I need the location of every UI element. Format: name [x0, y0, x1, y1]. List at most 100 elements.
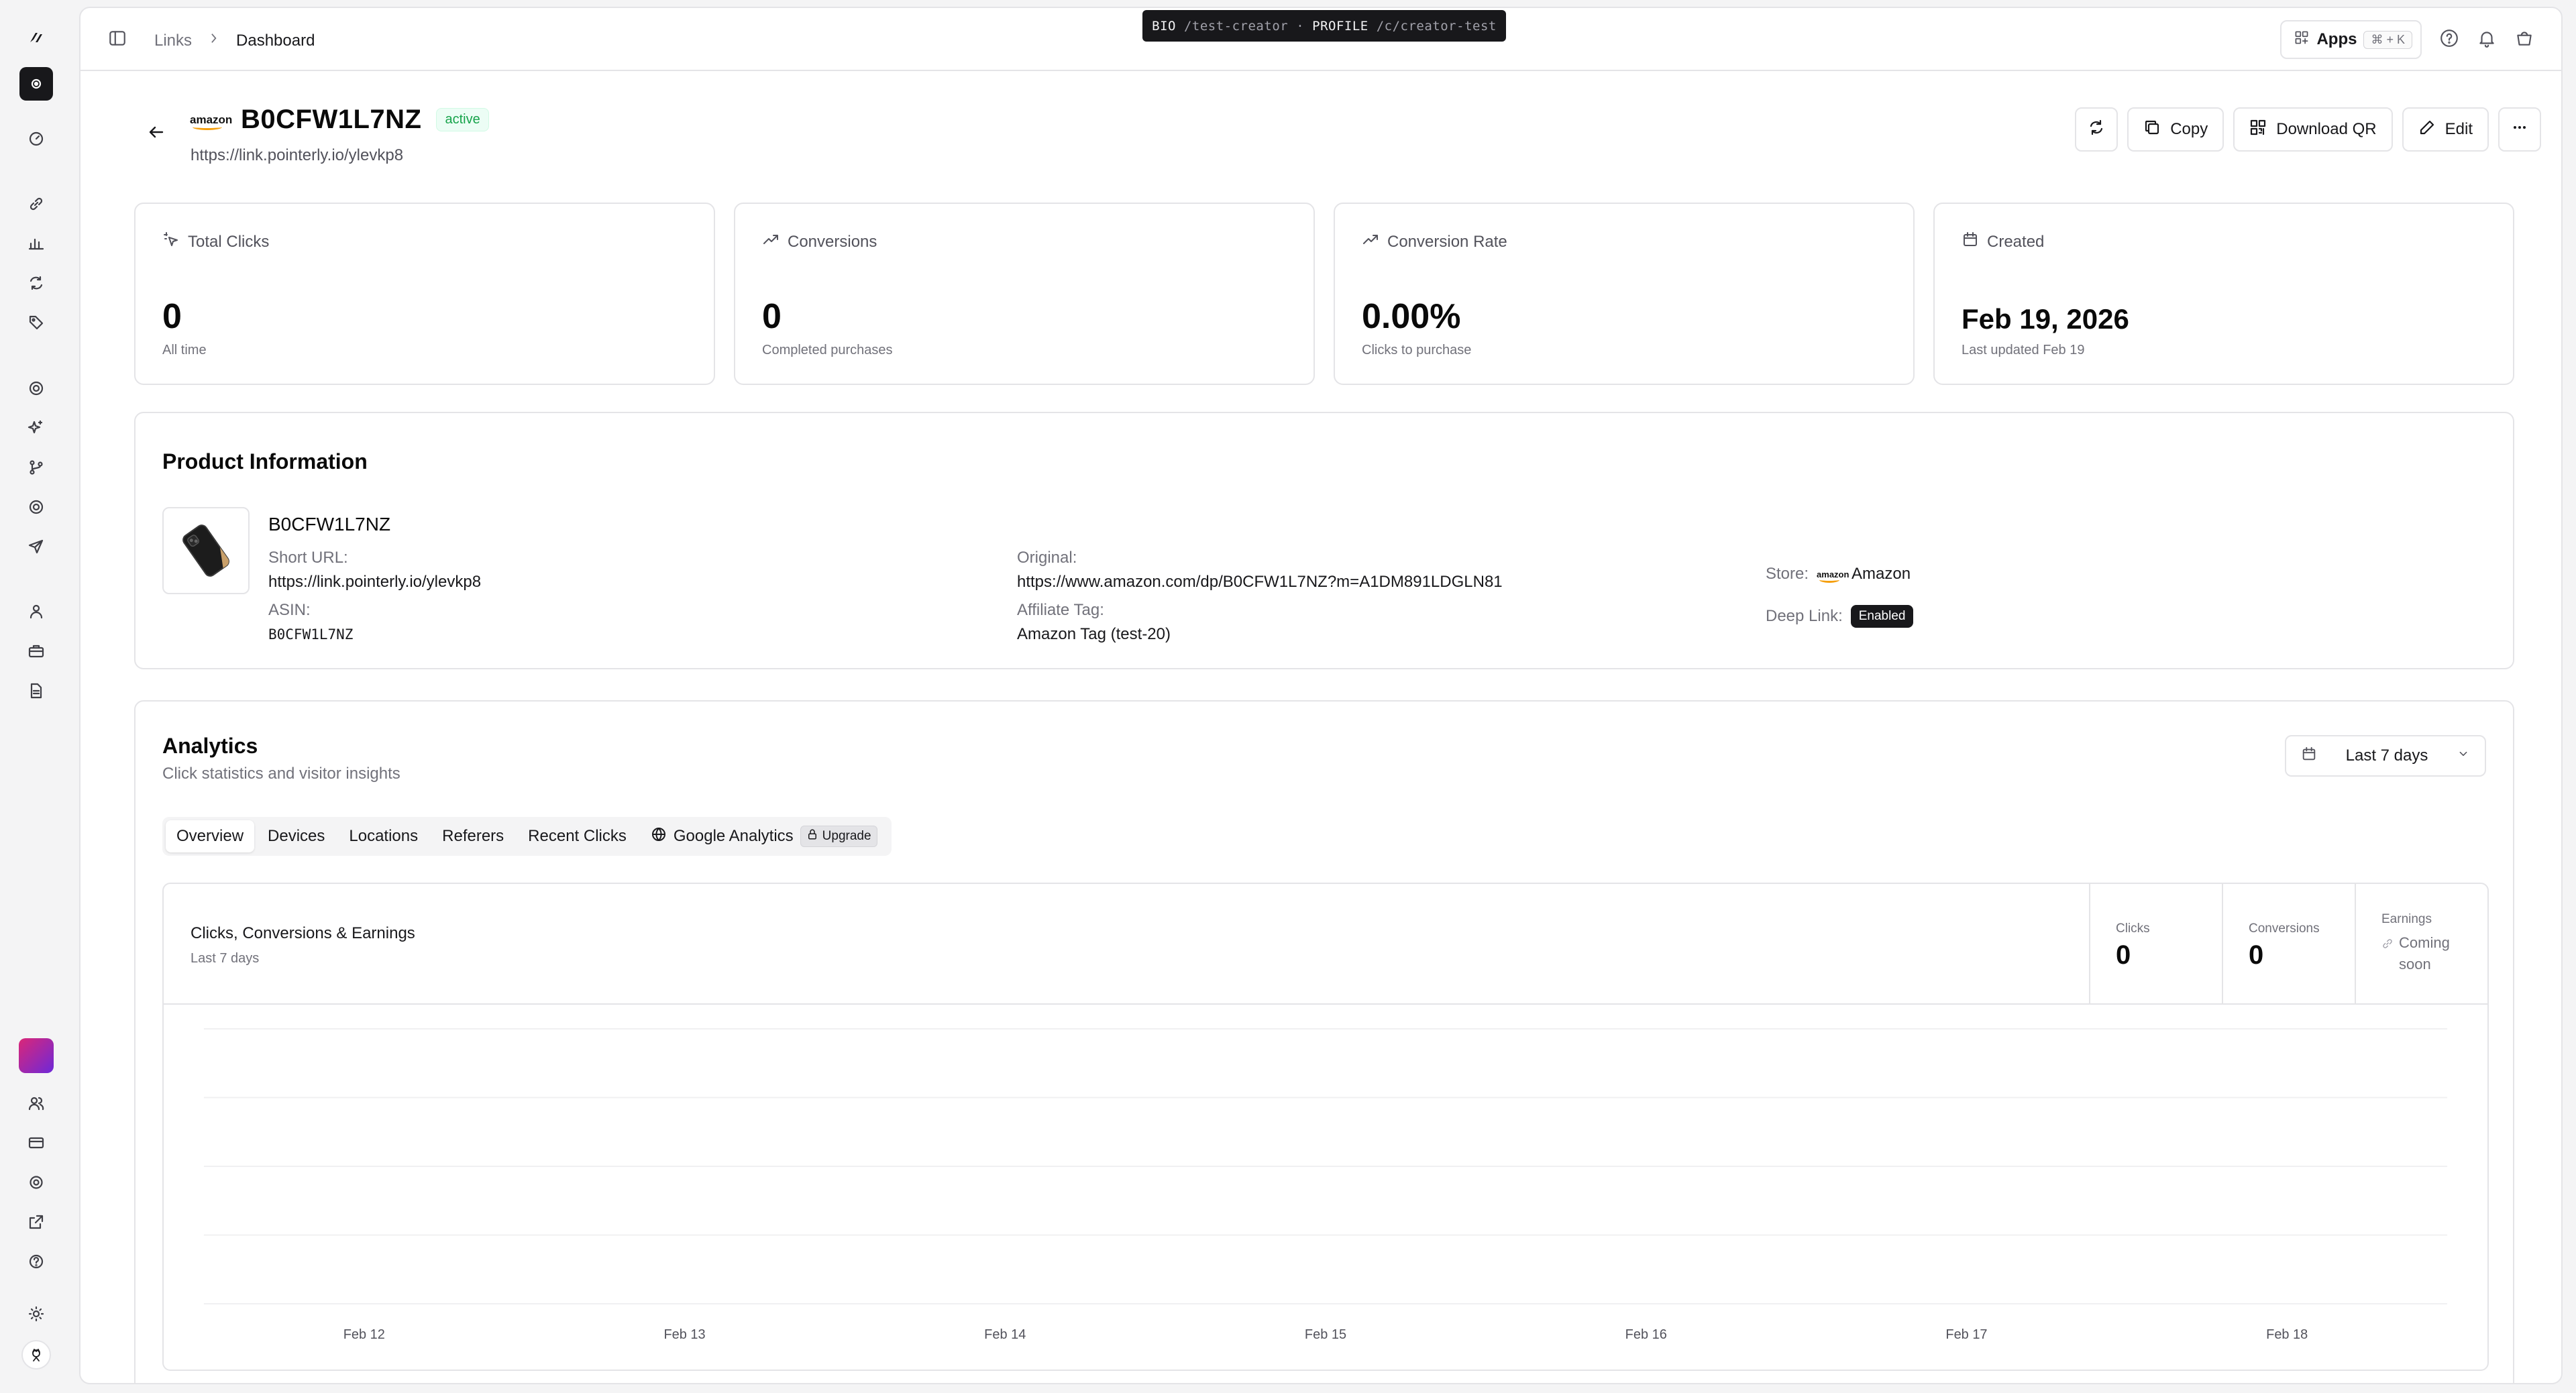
sparkles-icon[interactable]	[23, 414, 50, 441]
send-icon[interactable]	[23, 533, 50, 560]
git-branch-icon[interactable]	[23, 454, 50, 481]
external-link-icon[interactable]	[23, 1209, 50, 1235]
user-avatar[interactable]	[21, 1340, 51, 1370]
stat-value: 0.00%	[1362, 297, 1461, 336]
dashboard-gauge-icon[interactable]	[23, 125, 50, 152]
amazon-store-logo: amazon	[1817, 569, 1849, 583]
deep-link-badge: Enabled	[1850, 605, 1914, 628]
stats-row: Total Clicks 0 All time Conversions 0 Co…	[134, 203, 2514, 385]
edit-button[interactable]: Edit	[2402, 107, 2489, 152]
tab-google-analytics[interactable]: Google Analytics Upgrade	[640, 820, 888, 852]
env-bio-path: /test-creator	[1183, 18, 1289, 34]
environment-banner: BIO /test-creator · PROFILE /c/creator-t…	[1142, 10, 1506, 42]
metric-value: 0	[2116, 940, 2131, 970]
workspace-avatar[interactable]	[19, 1038, 54, 1073]
tab-devices[interactable]: Devices	[257, 820, 335, 852]
tab-referers[interactable]: Referers	[431, 820, 515, 852]
more-options-button[interactable]	[2498, 107, 2541, 152]
apps-button[interactable]: Apps ⌘ + K	[2280, 20, 2422, 59]
copy-button[interactable]: Copy	[2127, 107, 2224, 152]
stat-value: 0	[762, 297, 782, 336]
analytics-tabs: Overview Devices Locations Referers Rece…	[162, 817, 892, 856]
notifications-bell-icon[interactable]	[2477, 28, 2497, 52]
stat-label: Conversions	[788, 232, 877, 251]
x-tick-label: Feb 16	[1625, 1327, 1667, 1342]
clicks-chart-card: Clicks, Conversions & Earnings Last 7 da…	[162, 883, 2489, 1371]
briefcase-icon[interactable]	[23, 638, 50, 665]
theme-sun-icon[interactable]	[23, 1300, 50, 1327]
stat-label: Total Clicks	[188, 232, 270, 251]
product-information-card: Product Information B0CFW1L7NZ Short URL…	[134, 412, 2514, 669]
help-circle-icon[interactable]	[23, 1248, 50, 1275]
home-icon[interactable]	[19, 67, 53, 101]
tab-overview[interactable]: Overview	[166, 820, 255, 852]
stat-label: Conversion Rate	[1387, 232, 1507, 251]
globe-icon	[651, 826, 667, 847]
upgrade-badge[interactable]: Upgrade	[800, 826, 877, 847]
breadcrumb-dashboard[interactable]: Dashboard	[236, 32, 315, 50]
link-actions: Copy Download QR Edit	[2075, 107, 2541, 152]
back-arrow-icon[interactable]	[146, 122, 166, 146]
short-url-value[interactable]: https://link.pointerly.io/ylevkp8	[268, 573, 481, 591]
user-icon[interactable]	[23, 598, 50, 625]
original-url-value[interactable]: https://www.amazon.com/dp/B0CFW1L7NZ?m=A…	[1017, 573, 1503, 591]
support-icon[interactable]	[23, 494, 50, 520]
links-icon[interactable]	[23, 190, 50, 217]
tab-locations[interactable]: Locations	[338, 820, 429, 852]
metric-label: Conversions	[2249, 922, 2320, 936]
asin-value: B0CFW1L7NZ	[268, 626, 354, 643]
document-icon[interactable]	[23, 677, 50, 704]
trending-up-icon	[1362, 231, 1379, 253]
section-title: Product Information	[162, 449, 368, 473]
stat-card-conversions: Conversions 0 Completed purchases	[734, 203, 1315, 385]
help-icon[interactable]	[2439, 28, 2459, 52]
trending-up-icon	[762, 231, 780, 253]
earnings-coming-soon: Coming soon	[2381, 932, 2466, 975]
copy-icon	[2143, 119, 2161, 141]
top-right-actions: Apps ⌘ + K	[2280, 20, 2534, 59]
calendar-icon	[2301, 746, 2317, 767]
stat-subtext: Last updated Feb 19	[1962, 343, 2085, 357]
clicks-line-chart: Feb 12 Feb 13 Feb 14 Feb 15 Feb 16 Feb 17 Feb …	[203, 1028, 2448, 1342]
amazon-logo: amazon	[190, 113, 233, 130]
stat-subtext: Completed purchases	[762, 343, 893, 357]
upgrade-label: Upgrade	[822, 829, 871, 843]
short-url-text[interactable]: https://link.pointerly.io/ylevkp8	[191, 146, 403, 165]
store-field: Store: amazon Amazon	[1766, 565, 1911, 583]
original-label: Original:	[1017, 549, 1077, 567]
chart-title: Clicks, Conversions & Earnings	[191, 924, 415, 942]
deep-link-field: Deep Link: Enabled	[1766, 605, 1914, 628]
chevron-down-icon	[2457, 746, 2470, 765]
date-range-select[interactable]: Last 7 days	[2285, 735, 2486, 777]
analytics-card: Analytics Click statistics and visitor i…	[134, 700, 2514, 1383]
apps-shortcut: ⌘ + K	[2363, 30, 2412, 49]
pencil-icon	[2418, 119, 2436, 141]
tag-icon[interactable]	[23, 309, 50, 336]
brand-logo-icon[interactable]	[23, 24, 50, 51]
refresh-icon	[2088, 119, 2105, 141]
sidebar-toggle-icon[interactable]	[107, 28, 127, 53]
short-url-field: Short URL: https://link.pointerly.io/yle…	[268, 549, 481, 592]
target-icon[interactable]	[23, 375, 50, 402]
stat-card-created: Created Feb 19, 2026 Last updated Feb 19	[1933, 203, 2514, 385]
affiliate-tag-field: Affiliate Tag: Amazon Tag (test-20)	[1017, 601, 1171, 644]
left-rail	[0, 0, 79, 1393]
stat-value: Feb 19, 2026	[1962, 303, 2129, 335]
store-value: Amazon	[1851, 565, 1911, 583]
billing-card-icon[interactable]	[23, 1129, 50, 1156]
asin-label: ASIN:	[268, 601, 311, 619]
sync-icon[interactable]	[23, 270, 50, 296]
analytics-bars-icon[interactable]	[23, 230, 50, 257]
metric-value: 0	[2249, 940, 2264, 970]
settings-gear-icon[interactable]	[23, 1169, 50, 1196]
team-users-icon[interactable]	[23, 1090, 50, 1117]
breadcrumb-links[interactable]: Links	[154, 32, 192, 50]
metric-label: Clicks	[2116, 922, 2150, 936]
chart-subtitle: Last 7 days	[191, 951, 260, 966]
cart-icon[interactable]	[2514, 28, 2534, 52]
tab-recent-clicks[interactable]: Recent Clicks	[517, 820, 637, 852]
download-qr-button[interactable]: Download QR	[2233, 107, 2393, 152]
refresh-button[interactable]	[2075, 107, 2118, 152]
qr-code-icon	[2249, 119, 2267, 141]
product-name: B0CFW1L7NZ	[268, 514, 391, 535]
